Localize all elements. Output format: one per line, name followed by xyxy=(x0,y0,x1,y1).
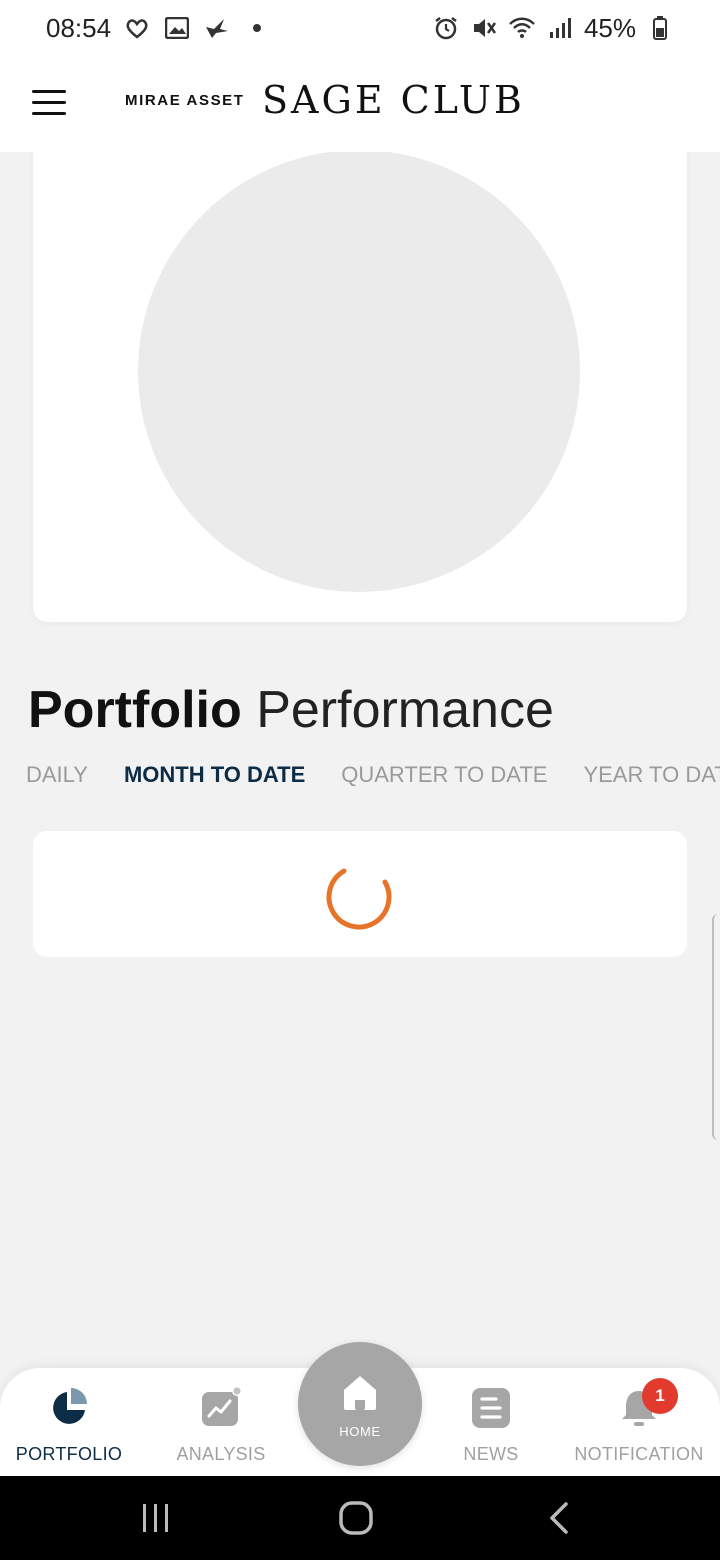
wifi-icon xyxy=(508,14,536,42)
nav-label-news: NEWS xyxy=(463,1444,519,1464)
title-bold: Portfolio xyxy=(28,681,242,739)
nav-label-analysis: ANALYSIS xyxy=(176,1444,266,1464)
section-title: Portfolio Performance xyxy=(28,680,554,740)
loading-spinner-icon xyxy=(326,868,392,930)
system-nav-bar xyxy=(0,1476,720,1560)
status-time: 08:54 xyxy=(46,12,112,43)
tab-daily[interactable]: DAILY xyxy=(26,762,88,794)
status-left: 08:54 xyxy=(46,13,271,44)
back-icon[interactable] xyxy=(544,1500,574,1541)
period-tabs: DAILY MONTH TO DATE QUARTER TO DATE YEAR… xyxy=(26,762,720,794)
pie-chart-icon xyxy=(53,1388,87,1424)
heart-link-icon xyxy=(123,14,151,42)
trend-chart-icon xyxy=(202,1386,242,1426)
battery-level: 45% xyxy=(583,12,636,43)
image-icon xyxy=(163,14,191,42)
home-icon xyxy=(344,1376,376,1410)
nav-notification[interactable]: NOTIFICATION xyxy=(564,1386,714,1465)
brand-small: MIRAE ASSET xyxy=(125,92,245,109)
app-header: MIRAE ASSET SAGE CLUB xyxy=(0,56,720,152)
notification-badge: 1 xyxy=(642,1378,678,1414)
dot-icon xyxy=(243,14,271,42)
chart-placeholder xyxy=(138,150,580,592)
performance-card xyxy=(33,831,687,957)
nav-label-portfolio: PORTFOLIO xyxy=(15,1444,123,1464)
bird-icon xyxy=(203,14,231,42)
portfolio-chart-card xyxy=(33,130,687,622)
home-circle-icon[interactable] xyxy=(338,1500,376,1541)
home-button[interactable]: HOME xyxy=(298,1342,422,1466)
home-label: HOME xyxy=(339,1424,381,1439)
tab-quarter-to-date[interactable]: QUARTER TO DATE xyxy=(341,762,547,794)
battery-icon xyxy=(646,14,674,42)
status-bar: 08:54 45% xyxy=(0,0,720,56)
title-light: Performance xyxy=(256,681,554,739)
mute-icon xyxy=(470,14,498,42)
signal-icon xyxy=(546,14,574,42)
nav-portfolio[interactable]: PORTFOLIO xyxy=(0,1386,144,1465)
status-right: 45% xyxy=(432,13,674,44)
tab-year-to-date[interactable]: YEAR TO DAT xyxy=(583,762,720,794)
recent-apps-icon[interactable] xyxy=(140,1500,172,1541)
brand-logo-text: SAGE CLUB xyxy=(262,78,525,122)
hamburger-icon[interactable] xyxy=(32,90,66,116)
tab-month-to-date[interactable]: MONTH TO DATE xyxy=(124,762,305,794)
alarm-icon xyxy=(432,14,460,42)
news-icon xyxy=(472,1388,510,1428)
scroll-edge-handle[interactable] xyxy=(712,914,720,1140)
nav-label-notification: NOTIFICATION xyxy=(574,1444,704,1464)
nav-analysis[interactable]: ANALYSIS xyxy=(146,1386,296,1465)
nav-news[interactable]: NEWS xyxy=(416,1386,566,1465)
